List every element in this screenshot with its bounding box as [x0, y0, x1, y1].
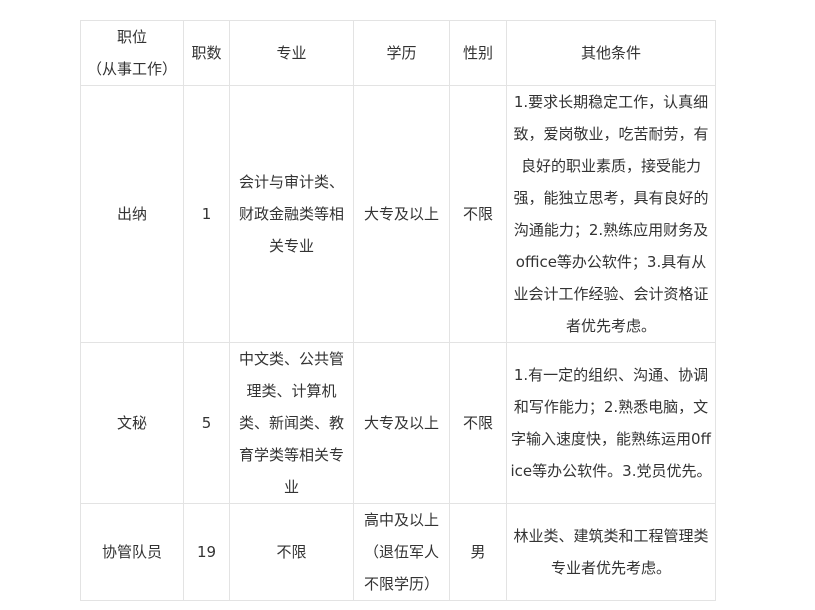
header-count: 职数 [183, 20, 230, 86]
recruitment-table: 职位 （从事工作） 职数 专业 学历 性别 其他条件 出纳 1 会计与审计类、财… [80, 20, 716, 601]
cell-position: 协管队员 [80, 503, 184, 601]
header-position: 职位 （从事工作） [80, 20, 184, 86]
header-major: 专业 [229, 20, 354, 86]
cell-gender: 不限 [449, 85, 507, 343]
table-row: 文秘 5 中文类、公共管理类、计算机类、新闻类、教育学类等相关专业 大专及以上 … [80, 342, 716, 504]
header-gender: 性别 [449, 20, 507, 86]
cell-gender: 不限 [449, 342, 507, 504]
cell-major: 会计与审计类、财政金融类等相关专业 [229, 85, 354, 343]
table-header-row: 职位 （从事工作） 职数 专业 学历 性别 其他条件 [80, 20, 716, 86]
cell-education: 大专及以上 [353, 85, 450, 343]
cell-count: 5 [183, 342, 230, 504]
header-education: 学历 [353, 20, 450, 86]
cell-count: 1 [183, 85, 230, 343]
cell-education: 大专及以上 [353, 342, 450, 504]
cell-other: 1.有一定的组织、沟通、协调和写作能力；2.熟悉电脑，文字输入速度快，能熟练运用… [506, 342, 716, 504]
cell-count: 19 [183, 503, 230, 601]
header-other: 其他条件 [506, 20, 716, 86]
cell-gender: 男 [449, 503, 507, 601]
cell-major: 不限 [229, 503, 354, 601]
cell-position: 出纳 [80, 85, 184, 343]
cell-education: 高中及以上（退伍军人不限学历） [353, 503, 450, 601]
cell-other: 1.要求长期稳定工作，认真细致，爱岗敬业，吃苦耐劳，有良好的职业素质，接受能力强… [506, 85, 716, 343]
cell-position: 文秘 [80, 342, 184, 504]
cell-other: 林业类、建筑类和工程管理类专业者优先考虑。 [506, 503, 716, 601]
table-row: 协管队员 19 不限 高中及以上（退伍军人不限学历） 男 林业类、建筑类和工程管… [80, 503, 716, 601]
cell-major: 中文类、公共管理类、计算机类、新闻类、教育学类等相关专业 [229, 342, 354, 504]
table-row: 出纳 1 会计与审计类、财政金融类等相关专业 大专及以上 不限 1.要求长期稳定… [80, 85, 716, 343]
